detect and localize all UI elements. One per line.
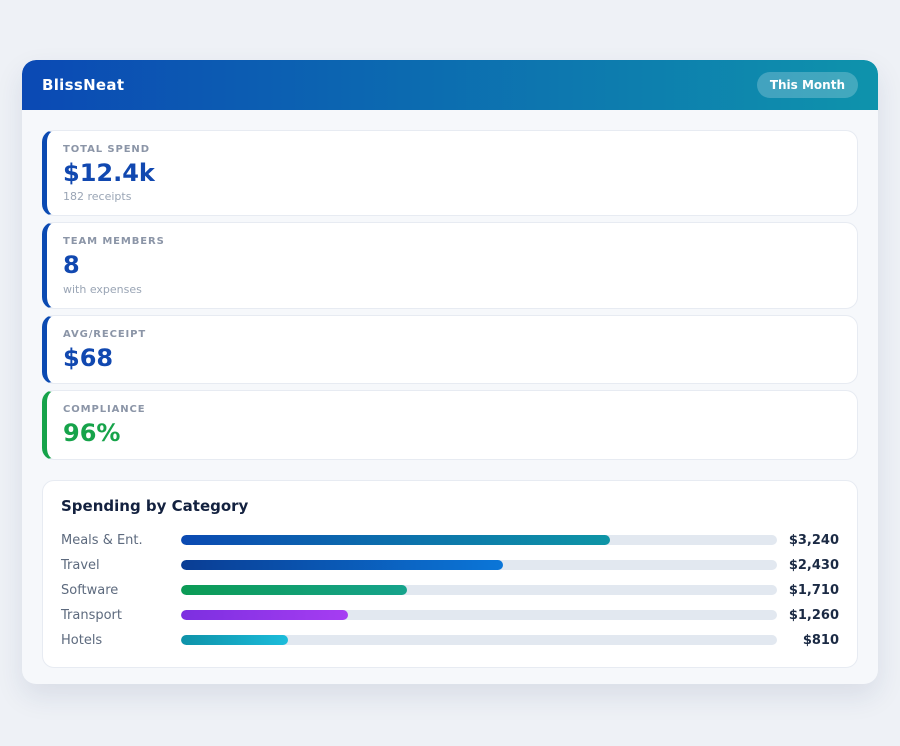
stat-value: $68 — [63, 345, 841, 371]
category-bar-fill — [181, 560, 503, 570]
stat-card: TEAM MEMBERS 8 with expenses — [42, 222, 858, 308]
category-bar-fill — [181, 585, 407, 595]
category-bar-track — [181, 560, 777, 570]
category-row: Travel $2,430 — [61, 553, 839, 578]
category-row: Transport $1,260 — [61, 603, 839, 628]
category-bars-list: Meals & Ent. $3,240 Travel $2,430 Softwa… — [61, 528, 839, 653]
category-row: Meals & Ent. $3,240 — [61, 528, 839, 553]
app-title: BlissNeat — [42, 76, 124, 94]
stat-label: TEAM MEMBERS — [63, 236, 841, 247]
stat-subtext: with expenses — [63, 283, 841, 296]
category-label: Travel — [61, 558, 181, 573]
stat-card: AVG/RECEIPT $68 — [42, 315, 858, 384]
category-bar-track — [181, 585, 777, 595]
period-badge[interactable]: This Month — [757, 72, 858, 98]
category-bar-fill — [181, 535, 610, 545]
stat-card: TOTAL SPEND $12.4k 182 receipts — [42, 130, 858, 216]
category-bar-fill — [181, 610, 348, 620]
category-value: $1,260 — [777, 608, 839, 623]
category-row: Software $1,710 — [61, 578, 839, 603]
spending-by-category-card: Spending by Category Meals & Ent. $3,240… — [42, 480, 858, 668]
category-value: $810 — [777, 633, 839, 648]
category-value: $3,240 — [777, 533, 839, 548]
spending-title: Spending by Category — [61, 497, 839, 515]
stat-subtext: 182 receipts — [63, 190, 841, 203]
category-bar-fill — [181, 635, 288, 645]
app-header: BlissNeat This Month — [22, 60, 878, 110]
category-bar-track — [181, 635, 777, 645]
category-value: $1,710 — [777, 583, 839, 598]
category-bar-track — [181, 610, 777, 620]
stats-list: TOTAL SPEND $12.4k 182 receipts TEAM MEM… — [42, 130, 858, 460]
stat-value: 96% — [63, 420, 841, 446]
expense-dashboard-panel: BlissNeat This Month TOTAL SPEND $12.4k … — [22, 60, 878, 684]
stat-value: 8 — [63, 252, 841, 278]
panel-body: TOTAL SPEND $12.4k 182 receipts TEAM MEM… — [22, 110, 878, 684]
stat-label: TOTAL SPEND — [63, 144, 841, 155]
stat-value: $12.4k — [63, 160, 841, 186]
category-bar-track — [181, 535, 777, 545]
stat-label: COMPLIANCE — [63, 404, 841, 415]
category-label: Meals & Ent. — [61, 533, 181, 548]
stat-card: COMPLIANCE 96% — [42, 390, 858, 459]
category-label: Hotels — [61, 633, 181, 648]
category-value: $2,430 — [777, 558, 839, 573]
category-label: Software — [61, 583, 181, 598]
stat-label: AVG/RECEIPT — [63, 329, 841, 340]
category-label: Transport — [61, 608, 181, 623]
category-row: Hotels $810 — [61, 628, 839, 653]
